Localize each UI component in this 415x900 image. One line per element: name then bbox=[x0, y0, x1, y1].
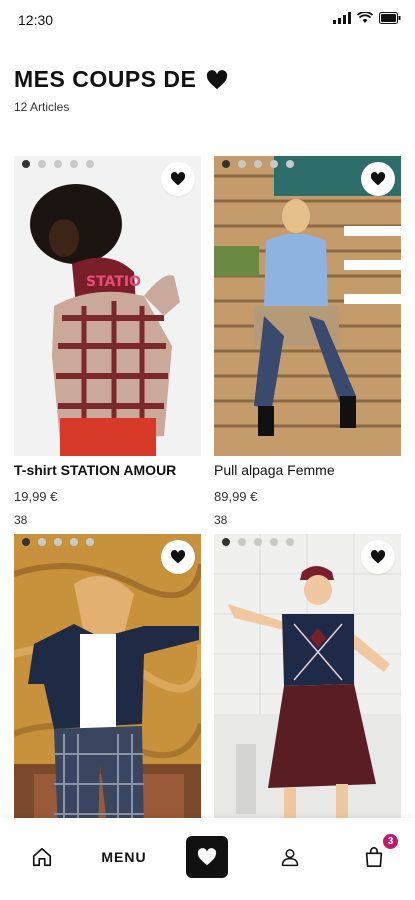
pager-dot[interactable] bbox=[70, 160, 78, 168]
heart-icon bbox=[170, 550, 186, 564]
battery-icon bbox=[379, 12, 401, 24]
product-photo bbox=[214, 534, 401, 834]
image-pager[interactable] bbox=[222, 538, 294, 546]
status-bar: 12:30 bbox=[0, 0, 415, 40]
pager-dot[interactable] bbox=[270, 160, 278, 168]
heart-icon bbox=[370, 550, 386, 564]
bottom-nav: MENU 3 bbox=[0, 818, 415, 900]
product-image[interactable] bbox=[14, 534, 201, 834]
product-card[interactable] bbox=[14, 534, 201, 834]
favorite-button[interactable] bbox=[361, 540, 395, 574]
product-price: 89,99 € bbox=[214, 489, 258, 504]
product-card[interactable]: STATIO T-shirt STATION AMOUR 19,99 € 38 bbox=[14, 156, 201, 527]
pager-dot[interactable] bbox=[254, 160, 262, 168]
article-count: 12 Articles bbox=[14, 100, 70, 114]
product-photo bbox=[214, 156, 401, 456]
page-title-text: MES COUPS DE bbox=[14, 66, 197, 92]
page-title: MES COUPS DE bbox=[14, 66, 228, 93]
nav-home-button[interactable] bbox=[24, 836, 60, 878]
pager-dot[interactable] bbox=[222, 160, 230, 168]
pager-dot[interactable] bbox=[38, 538, 46, 546]
heart-icon bbox=[197, 848, 217, 866]
image-pager[interactable] bbox=[222, 160, 294, 168]
heart-icon bbox=[370, 172, 386, 186]
pager-dot[interactable] bbox=[238, 160, 246, 168]
pager-dot[interactable] bbox=[286, 160, 294, 168]
pager-dot[interactable] bbox=[254, 538, 262, 546]
pager-dot[interactable] bbox=[270, 538, 278, 546]
wifi-icon bbox=[357, 12, 373, 23]
product-name[interactable]: Pull alpaga Femme bbox=[214, 462, 335, 478]
svg-text:STATIO: STATIO bbox=[86, 274, 141, 290]
nav-menu-button[interactable]: MENU bbox=[96, 836, 152, 878]
pager-dot[interactable] bbox=[86, 160, 94, 168]
heart-icon bbox=[170, 172, 186, 186]
status-time: 12:30 bbox=[18, 12, 54, 28]
product-price: 19,99 € bbox=[14, 489, 58, 504]
favorite-button[interactable] bbox=[361, 162, 395, 196]
product-name[interactable]: T-shirt STATION AMOUR bbox=[14, 462, 176, 478]
user-icon bbox=[281, 849, 299, 867]
product-image[interactable] bbox=[214, 534, 401, 834]
favorite-button[interactable] bbox=[161, 162, 195, 196]
nav-favorites-button[interactable] bbox=[186, 836, 228, 878]
product-size: 38 bbox=[214, 513, 228, 527]
image-pager[interactable] bbox=[22, 538, 94, 546]
product-photo bbox=[14, 534, 201, 834]
product-card[interactable]: Pull alpaga Femme 89,99 € 38 bbox=[214, 156, 401, 527]
pager-dot[interactable] bbox=[54, 160, 62, 168]
pager-dot[interactable] bbox=[54, 538, 62, 546]
pager-dot[interactable] bbox=[38, 160, 46, 168]
nav-account-button[interactable] bbox=[272, 836, 308, 878]
product-image[interactable]: STATIO bbox=[14, 156, 201, 456]
cart-count-badge: 3 bbox=[383, 834, 398, 849]
status-icons bbox=[333, 12, 401, 24]
signal-icon bbox=[333, 12, 351, 24]
favorite-button[interactable] bbox=[161, 540, 195, 574]
shopping-bag-icon bbox=[365, 847, 383, 867]
pager-dot[interactable] bbox=[222, 538, 230, 546]
heart-icon bbox=[207, 69, 228, 89]
pager-dot[interactable] bbox=[22, 538, 30, 546]
product-photo: STATIO bbox=[14, 156, 201, 456]
image-pager[interactable] bbox=[22, 160, 94, 168]
product-card[interactable] bbox=[214, 534, 401, 834]
product-size: 38 bbox=[14, 513, 28, 527]
pager-dot[interactable] bbox=[286, 538, 294, 546]
pager-dot[interactable] bbox=[22, 160, 30, 168]
home-icon bbox=[32, 847, 52, 867]
pager-dot[interactable] bbox=[70, 538, 78, 546]
product-image[interactable] bbox=[214, 156, 401, 456]
pager-dot[interactable] bbox=[238, 538, 246, 546]
nav-cart-button[interactable]: 3 bbox=[356, 834, 398, 878]
pager-dot[interactable] bbox=[86, 538, 94, 546]
